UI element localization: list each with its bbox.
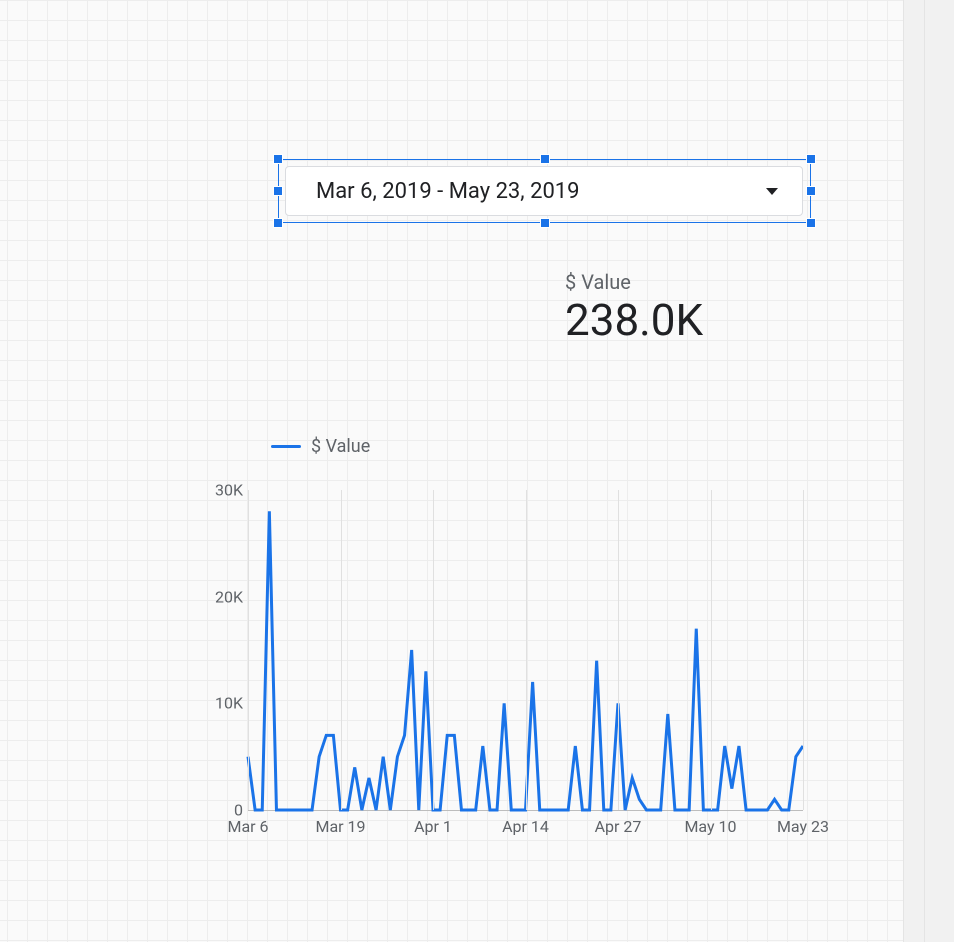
- chart-gridline: [526, 490, 527, 810]
- chart-x-tick: May 10: [684, 817, 736, 836]
- chart-plot-area: Mar 6Mar 19Apr 1Apr 14Apr 27May 10May 23…: [203, 475, 818, 840]
- resize-handle-bm[interactable]: [540, 218, 550, 228]
- date-range-picker[interactable]: Mar 6, 2019 - May 23, 2019: [285, 166, 803, 216]
- chart-x-tick: Mar 19: [315, 817, 365, 836]
- chart-y-tick: 0: [203, 801, 243, 820]
- legend-swatch: [271, 445, 301, 448]
- chart-gridline: [433, 490, 434, 810]
- chart-legend: $ Value: [271, 436, 818, 457]
- chart-x-tick: Mar 6: [227, 817, 268, 836]
- chevron-down-icon: [766, 188, 778, 195]
- chart-x-tick: May 23: [777, 817, 829, 836]
- chart-gridline: [711, 490, 712, 810]
- chart-gridline: [618, 490, 619, 810]
- kpi-label: $ Value: [565, 270, 703, 294]
- resize-handle-mr[interactable]: [806, 186, 816, 196]
- chart-y-tick: 10K: [203, 694, 243, 713]
- chart-y-tick: 30K: [203, 481, 243, 500]
- chart-x-tick: Apr 1: [414, 817, 452, 836]
- date-range-label: Mar 6, 2019 - May 23, 2019: [316, 179, 580, 204]
- resize-handle-br[interactable]: [806, 218, 816, 228]
- date-range-selection: Mar 6, 2019 - May 23, 2019: [270, 151, 819, 231]
- canvas-gutter: [903, 0, 954, 942]
- chart-x-tick: Apr 27: [595, 817, 642, 836]
- resize-handle-tl[interactable]: [273, 154, 283, 164]
- kpi-value: 238.0K: [565, 296, 703, 344]
- chart-gridline: [248, 490, 249, 810]
- chart-x-tick: Apr 14: [502, 817, 549, 836]
- resize-handle-tm[interactable]: [540, 154, 550, 164]
- chart-gridline: [803, 490, 804, 810]
- line-chart[interactable]: $ Value Mar 6 Mar 19 Apr 1 Apr 14 Apr 27 May …: [203, 436, 818, 840]
- legend-series-label: $ Value: [311, 436, 370, 457]
- kpi-scorecard[interactable]: $ Value 238.0K: [565, 270, 703, 344]
- resize-handle-bl[interactable]: [273, 218, 283, 228]
- chart-y-tick: 20K: [203, 587, 243, 606]
- chart-gridline: [341, 490, 342, 810]
- resize-handle-ml[interactable]: [273, 186, 283, 196]
- resize-handle-tr[interactable]: [806, 154, 816, 164]
- editor-canvas[interactable]: Mar 6, 2019 - May 23, 2019 $ Value 238.0…: [0, 0, 954, 942]
